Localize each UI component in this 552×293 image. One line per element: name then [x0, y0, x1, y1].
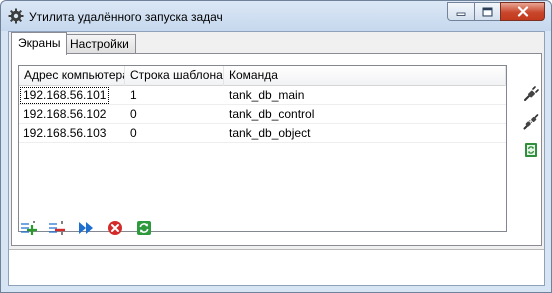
cell-address: 192.168.56.102: [19, 105, 125, 124]
screens-panel: Адрес компьютера Строка шаблона Команда …: [11, 53, 542, 246]
remove-row-button[interactable]: [47, 219, 67, 237]
tab-screens[interactable]: Экраны: [11, 32, 68, 55]
add-row-icon: [21, 221, 37, 235]
cell-command: tank_db_control: [229, 107, 315, 121]
table-row[interactable]: 192.168.56.101 1 tank_db_main: [19, 86, 506, 105]
gear-icon[interactable]: [8, 8, 24, 24]
disconnect-plug-icon: [523, 114, 539, 130]
add-row-button[interactable]: [19, 219, 39, 237]
client-area: Экраны Настройки Адрес компьютера Строка…: [8, 31, 545, 286]
minimize-button[interactable]: [447, 2, 474, 21]
window-title: Утилита удалённого запуска задач: [29, 10, 223, 24]
excel-refresh-button[interactable]: [522, 141, 540, 159]
run-all-button[interactable]: [76, 219, 96, 237]
tab-settings[interactable]: Настройки: [63, 34, 136, 54]
cell-template-line: 1: [130, 88, 137, 102]
remove-row-icon: [49, 221, 65, 235]
stop-button[interactable]: [105, 219, 125, 237]
hosts-list[interactable]: Адрес компьютера Строка шаблона Команда …: [18, 65, 507, 232]
excel-refresh-icon: [525, 143, 537, 157]
title-bar[interactable]: Утилита удалённого запуска задач: [1, 1, 551, 31]
refresh-button[interactable]: [134, 219, 154, 237]
column-header-address[interactable]: Адрес компьютера: [19, 66, 125, 86]
cell-address: 192.168.56.101: [19, 86, 125, 105]
minimize-icon: [456, 12, 466, 16]
connect-plug-icon: [524, 86, 539, 101]
maximize-button[interactable]: [474, 2, 500, 21]
table-row[interactable]: 192.168.56.102 0 tank_db_control: [19, 105, 506, 124]
stop-icon: [108, 221, 122, 235]
cell-address: 192.168.56.103: [19, 124, 125, 143]
app-window: Утилита удалённого запуска задач Экраны …: [0, 0, 552, 293]
close-icon: [517, 6, 528, 17]
fast-forward-icon: [79, 222, 93, 234]
address-text: 192.168.56.103: [23, 126, 107, 140]
cell-template-line: 0: [130, 107, 137, 121]
close-button[interactable]: [500, 2, 545, 21]
address-text: 192.168.56.101: [19, 87, 110, 104]
disconnect-button[interactable]: [522, 113, 540, 131]
connect-button[interactable]: [522, 85, 540, 103]
maximize-icon: [482, 7, 493, 16]
status-bar: [9, 249, 544, 285]
table-row[interactable]: 192.168.56.103 0 tank_db_object: [19, 124, 506, 143]
refresh-icon: [137, 221, 151, 235]
column-header-template-line[interactable]: Строка шаблона: [125, 66, 224, 86]
cell-template-line: 0: [130, 126, 137, 140]
list-header: Адрес компьютера Строка шаблона Команда: [19, 66, 506, 86]
column-header-command[interactable]: Команда: [224, 66, 506, 86]
address-text: 192.168.56.102: [23, 107, 107, 121]
tab-settings-label: Настройки: [70, 37, 129, 51]
cell-command: tank_db_main: [229, 88, 305, 102]
cell-command: tank_db_object: [229, 126, 311, 140]
tab-screens-label: Экраны: [18, 36, 61, 50]
